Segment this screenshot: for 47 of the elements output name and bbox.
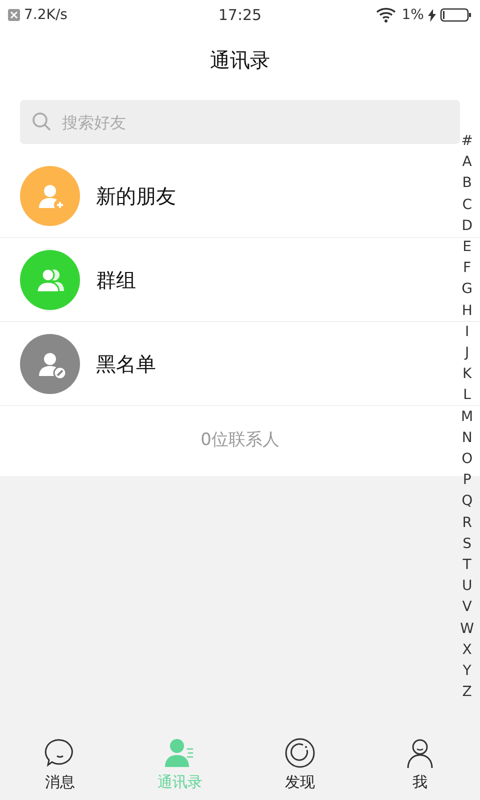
tab[interactable]: 消息 xyxy=(0,736,120,794)
network-speed: 7.2K/s xyxy=(24,6,68,24)
index-letter[interactable]: D xyxy=(462,216,472,238)
index-letter[interactable]: P xyxy=(462,470,472,492)
index-letter[interactable]: F xyxy=(463,258,472,280)
index-letter[interactable]: B xyxy=(462,173,472,195)
chat-bubble-icon xyxy=(44,736,76,769)
battery-percent: 1% xyxy=(402,6,424,24)
index-letter[interactable]: J xyxy=(465,343,470,364)
contact-count: 0位联系人 xyxy=(200,429,280,452)
clock-time: 17:25 xyxy=(218,4,262,26)
index-letter[interactable]: E xyxy=(462,237,472,258)
tab[interactable]: 发现 xyxy=(240,736,360,794)
index-letter[interactable]: Q xyxy=(462,491,473,513)
row-label: 新的朋友 xyxy=(96,182,176,210)
page-title: 通讯录 xyxy=(210,47,270,74)
index-letter[interactable]: U xyxy=(462,576,472,598)
battery-icon xyxy=(440,8,472,22)
index-letter[interactable]: I xyxy=(465,322,470,344)
index-letter[interactable]: W xyxy=(460,618,474,640)
tab[interactable]: 我 xyxy=(360,736,480,794)
index-letter[interactable]: A xyxy=(462,152,472,174)
index-letter[interactable]: H xyxy=(462,300,472,322)
notification-icon xyxy=(8,9,20,21)
search-field[interactable]: 搜索好友 xyxy=(20,100,460,144)
index-letter[interactable]: N xyxy=(462,428,472,450)
index-letter[interactable]: K xyxy=(462,364,472,386)
index-letter[interactable]: M xyxy=(461,406,474,428)
search-icon xyxy=(32,112,52,132)
index-letter[interactable]: C xyxy=(462,194,472,216)
compass-icon xyxy=(284,736,316,769)
index-letter[interactable]: V xyxy=(462,597,472,619)
index-letter[interactable]: G xyxy=(462,279,472,301)
index-letter[interactable]: Y xyxy=(462,661,472,682)
index-letter[interactable]: X xyxy=(462,640,472,662)
wifi-icon xyxy=(376,7,398,23)
row-label: 群组 xyxy=(96,266,136,294)
row-label: 黑名单 xyxy=(96,350,156,378)
index-letter[interactable]: L xyxy=(463,385,471,407)
index-letter[interactable]: S xyxy=(462,534,472,556)
index-letter[interactable]: O xyxy=(462,449,473,470)
index-letter[interactable]: # xyxy=(461,131,473,152)
person-list-icon xyxy=(164,736,196,769)
index-letter[interactable]: Z xyxy=(462,682,472,704)
index-letter[interactable]: R xyxy=(462,512,472,534)
charging-icon xyxy=(428,8,436,22)
index-letter[interactable]: T xyxy=(462,555,472,576)
